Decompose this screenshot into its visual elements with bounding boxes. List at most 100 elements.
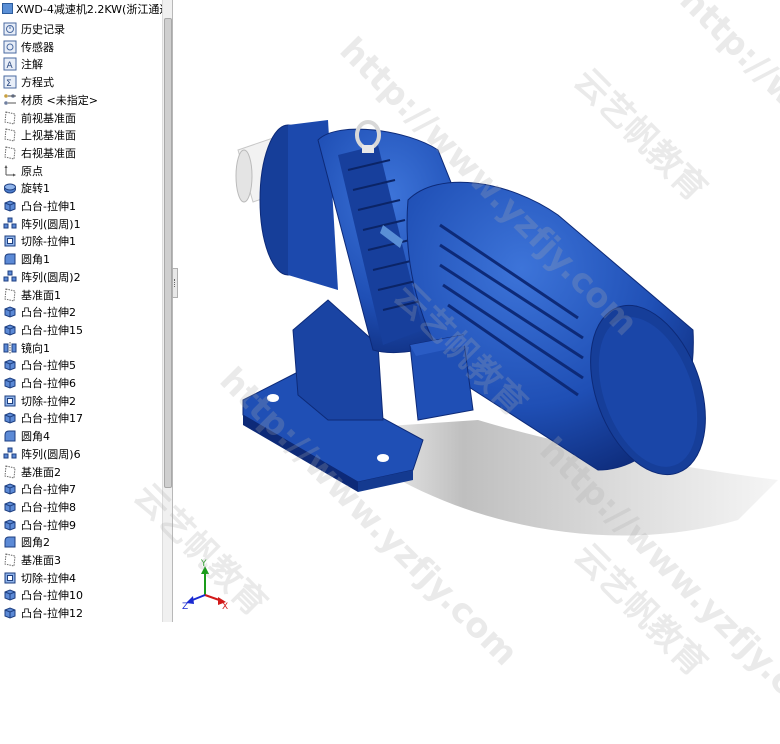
tree-item[interactable]: 镜向1 bbox=[3, 340, 161, 357]
tree-item[interactable]: 基准面3 bbox=[3, 552, 161, 569]
tree-item-label: 圆角4 bbox=[21, 430, 50, 444]
tree-item[interactable]: 凸台-拉伸9 bbox=[3, 517, 161, 534]
extrude-boss-icon bbox=[3, 606, 17, 620]
fillet-icon bbox=[3, 429, 17, 443]
tree-item[interactable]: 基准面1 bbox=[3, 287, 161, 304]
plane-icon bbox=[3, 464, 17, 479]
tree-item[interactable]: 阵列(圆周)2 bbox=[3, 269, 161, 286]
tree-item-label: 凸台-拉伸1 bbox=[21, 200, 76, 213]
tree-item-label: 注解 bbox=[21, 58, 43, 72]
sensor-icon bbox=[3, 40, 17, 54]
tree-item-label: 前视基准面 bbox=[21, 111, 76, 125]
tree-item-label: 上视基准面 bbox=[21, 129, 76, 143]
tree-scrollbar-thumb[interactable] bbox=[164, 18, 172, 488]
tree-item-label: 凸台-拉伸6 bbox=[21, 377, 76, 390]
mirror-icon bbox=[3, 341, 17, 355]
tree-item[interactable]: 阵列(圆周)1 bbox=[3, 216, 161, 233]
tree-item[interactable]: 右视基准面 bbox=[3, 145, 161, 162]
tree-item[interactable]: 上视基准面 bbox=[3, 127, 161, 144]
tree-item[interactable]: 凸台-拉伸5 bbox=[3, 357, 161, 374]
tree-item-label: 凸台-拉伸8 bbox=[21, 500, 76, 514]
extrude-boss-icon bbox=[3, 323, 17, 337]
tree-item[interactable]: 凸台-拉伸17 bbox=[3, 410, 161, 427]
tree-item[interactable]: 旋转1 bbox=[3, 180, 161, 197]
annotation-icon: A bbox=[3, 57, 17, 71]
tree-item-label: 凸台-拉伸12 bbox=[21, 607, 83, 621]
tree-item[interactable]: 凸台-拉伸1 bbox=[3, 198, 161, 215]
svg-text:Σ: Σ bbox=[6, 79, 12, 89]
tree-item[interactable]: 基准面2 bbox=[3, 464, 161, 481]
tree-item-label: 镜向1 bbox=[21, 341, 50, 355]
tree-item-label: 旋转1 bbox=[21, 182, 50, 196]
tree-item[interactable]: 原点 bbox=[3, 163, 161, 180]
tree-item[interactable]: Σ 方程式 bbox=[3, 74, 161, 91]
tree-item[interactable]: 凸台-拉伸10 bbox=[3, 587, 161, 604]
extrude-boss-icon bbox=[3, 588, 17, 602]
part-root-node[interactable]: XWD-4减速机2.2KW(浙江通达) (默 bbox=[0, 0, 167, 19]
tree-item-label: 方程式 bbox=[21, 76, 54, 90]
tree-item[interactable]: 历史记录 bbox=[3, 21, 161, 38]
circular-pattern-icon bbox=[3, 217, 17, 231]
tree-item-label: 切除-拉伸2 bbox=[21, 394, 76, 408]
tree-item-label: 传感器 bbox=[21, 40, 54, 54]
tree-item-label: 切除-拉伸4 bbox=[21, 571, 76, 585]
tree-item[interactable]: 阵列(圆周)6 bbox=[3, 446, 161, 463]
tree-item-label: 凸台-拉伸5 bbox=[21, 359, 76, 373]
material-icon bbox=[3, 93, 17, 107]
tree-item-label: 基准面1 bbox=[21, 288, 61, 302]
tree-item[interactable]: 圆角4 bbox=[3, 428, 161, 445]
axis-z-label: Z bbox=[182, 602, 188, 612]
tree-item-label: 凸台-拉伸2 bbox=[21, 306, 76, 320]
tree-item-label: 材质 <未指定> bbox=[21, 93, 98, 107]
tree-item[interactable]: 凸台-拉伸6 bbox=[3, 375, 161, 392]
circular-pattern-icon bbox=[3, 270, 17, 284]
extrude-boss-icon bbox=[3, 305, 17, 319]
tree-item-label: 阵列(圆周)1 bbox=[21, 217, 81, 231]
tree-item[interactable]: 材质 <未指定> bbox=[3, 92, 161, 109]
tree-item[interactable]: 前视基准面 bbox=[3, 110, 161, 127]
tree-item[interactable]: 凸台-拉伸12 bbox=[3, 605, 161, 622]
axis-triad: Y X Z bbox=[182, 559, 228, 612]
tree-item-label: 原点 bbox=[21, 164, 43, 178]
plane-icon bbox=[3, 287, 17, 302]
tree-item[interactable]: 凸台-拉伸7 bbox=[3, 481, 161, 498]
tree-item-label: 右视基准面 bbox=[21, 146, 76, 160]
fillet-icon bbox=[3, 535, 17, 549]
tree-item[interactable]: 切除-拉伸2 bbox=[3, 393, 161, 410]
tree-item[interactable]: 传感器 bbox=[3, 39, 161, 56]
tree-item-label: 阵列(圆周)2 bbox=[21, 270, 81, 284]
tree-item-label: 凸台-拉伸17 bbox=[21, 412, 83, 426]
tree-scrollbar[interactable] bbox=[162, 0, 172, 622]
axis-x-label: X bbox=[222, 602, 228, 612]
extrude-boss-icon bbox=[3, 411, 17, 425]
revolve-icon bbox=[3, 181, 17, 195]
graphics-viewport[interactable]: Y X Z bbox=[178, 0, 780, 622]
tree-item[interactable]: A 注解 bbox=[3, 56, 161, 73]
extrude-boss-icon bbox=[3, 376, 17, 390]
extrude-cut-icon bbox=[3, 394, 17, 408]
tree-item-label: 圆角2 bbox=[21, 536, 50, 550]
axis-y-label: Y bbox=[200, 559, 207, 569]
history-icon bbox=[3, 22, 17, 36]
tree-item-label: 历史记录 bbox=[21, 23, 65, 36]
circular-pattern-icon bbox=[3, 447, 17, 461]
extrude-cut-icon bbox=[3, 571, 17, 585]
tree-item-label: 基准面2 bbox=[21, 465, 61, 479]
tree-item[interactable]: 圆角1 bbox=[3, 251, 161, 268]
tree-item[interactable]: 圆角2 bbox=[3, 534, 161, 551]
feature-tree-panel: XWD-4减速机2.2KW(浙江通达) (默 历史记录传感器 A 注解 Σ 方程式材质 … bbox=[0, 0, 173, 622]
extrude-boss-icon bbox=[3, 358, 17, 372]
tree-item-label: 凸台-拉伸7 bbox=[21, 483, 76, 497]
tree-item[interactable]: 凸台-拉伸8 bbox=[3, 499, 161, 516]
extrude-boss-icon bbox=[3, 199, 17, 213]
origin-icon bbox=[3, 164, 17, 178]
tree-item[interactable]: 凸台-拉伸2 bbox=[3, 304, 161, 321]
tree-item[interactable]: 切除-拉伸4 bbox=[3, 570, 161, 587]
tree-item-label: 基准面3 bbox=[21, 554, 61, 567]
plane-icon bbox=[3, 128, 17, 142]
extrude-boss-icon bbox=[3, 500, 17, 514]
tree-item[interactable]: 切除-拉伸1 bbox=[3, 233, 161, 250]
tree-item-label: 阵列(圆周)6 bbox=[21, 447, 81, 461]
tree-item-label: 凸台-拉伸15 bbox=[21, 323, 83, 337]
tree-item[interactable]: 凸台-拉伸15 bbox=[3, 322, 161, 339]
